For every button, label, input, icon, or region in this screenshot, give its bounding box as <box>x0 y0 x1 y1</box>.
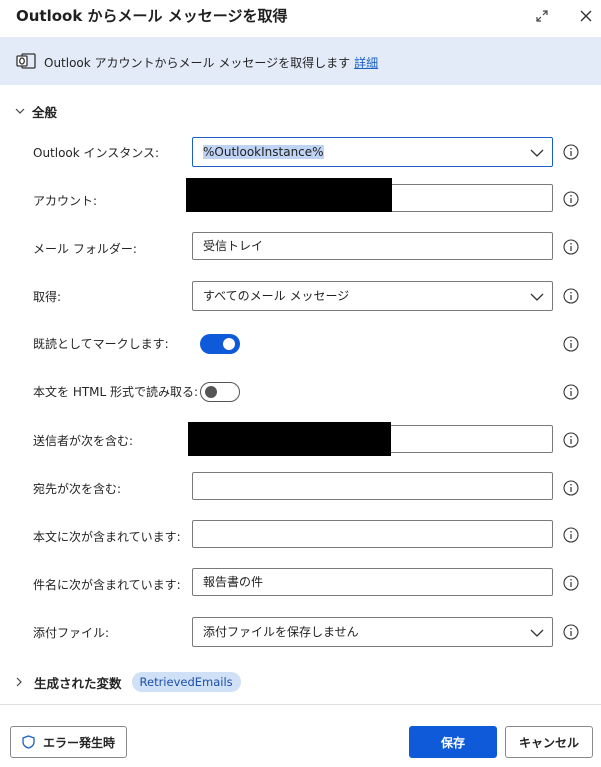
mark-read-label: 既読としてマークします: <box>33 337 169 351</box>
dialog-title: Outlook からメール メッセージを取得 <box>16 7 288 25</box>
folder-label: メール フォルダー: <box>33 242 137 256</box>
instance-dropdown[interactable]: %OutlookInstance% <box>192 137 553 167</box>
sender-label: 送信者が次を含む: <box>33 434 134 448</box>
body-html-toggle[interactable] <box>200 382 240 402</box>
subject-label: 件名に次が含まれています: <box>33 578 181 592</box>
attachments-label: 添付ファイル: <box>33 626 110 640</box>
retrieve-label: 取得: <box>33 290 62 304</box>
instance-label: Outlook インスタンス: <box>33 146 160 160</box>
shield-icon <box>22 735 35 749</box>
chevron-down-icon <box>530 629 544 637</box>
folder-input[interactable]: 受信トレイ <box>192 232 553 260</box>
section-general-label: 全般 <box>32 104 58 120</box>
title-bar: Outlook からメール メッセージを取得 <box>0 0 601 37</box>
cancel-button[interactable]: キャンセル <box>505 726 593 758</box>
chevron-down-icon <box>530 293 544 301</box>
account-label: アカウント: <box>33 194 98 208</box>
info-icon[interactable] <box>563 384 579 400</box>
section-general-toggle[interactable]: 全般 <box>14 102 57 120</box>
section-variables-toggle[interactable]: 生成された変数 RetrievedEmails <box>14 671 241 693</box>
banner-description: Outlook アカウントからメール メッセージを取得します 詳細 <box>44 54 378 71</box>
variable-badge[interactable]: RetrievedEmails <box>131 672 241 692</box>
info-icon[interactable] <box>563 144 579 160</box>
body-html-label: 本文を HTML 形式で読み取る: <box>33 385 199 399</box>
retrieve-dropdown[interactable]: すべてのメール メッセージ <box>192 281 553 311</box>
toggle-knob <box>205 386 217 398</box>
info-icon[interactable] <box>563 575 579 591</box>
info-icon[interactable] <box>563 288 579 304</box>
learn-more-link[interactable]: 詳細 <box>354 56 378 70</box>
toggle-knob <box>223 338 235 350</box>
info-banner: Outlook アカウントからメール メッセージを取得します 詳細 <box>0 37 601 85</box>
attachments-dropdown[interactable]: 添付ファイルを保存しません <box>192 617 553 647</box>
instance-value: %OutlookInstance% <box>203 145 324 159</box>
on-error-label: エラー発生時 <box>42 735 115 750</box>
redacted-sender <box>188 422 391 456</box>
chevron-down-icon <box>530 149 544 157</box>
variables-label: 生成された変数 <box>34 675 122 691</box>
on-error-button[interactable]: エラー発生時 <box>10 726 127 758</box>
info-icon[interactable] <box>563 432 579 448</box>
info-icon[interactable] <box>563 527 579 543</box>
subject-input[interactable]: 報告書の件 <box>192 568 553 596</box>
retrieve-value: すべてのメール メッセージ <box>203 289 350 303</box>
chevron-right-icon <box>16 677 22 687</box>
info-icon[interactable] <box>563 239 579 255</box>
banner-text: Outlook アカウントからメール メッセージを取得します <box>44 56 351 70</box>
close-icon[interactable] <box>576 6 596 26</box>
info-icon[interactable] <box>563 191 579 207</box>
info-icon[interactable] <box>563 336 579 352</box>
attachments-value: 添付ファイルを保存しません <box>203 625 359 639</box>
recipient-label: 宛先が次を含む: <box>33 482 122 496</box>
expand-icon[interactable] <box>532 6 552 26</box>
footer-divider <box>0 704 601 705</box>
chevron-down-icon <box>15 108 25 114</box>
body-contains-input[interactable] <box>192 520 553 548</box>
body-contains-label: 本文に次が含まれています: <box>33 530 181 544</box>
mark-read-toggle[interactable] <box>200 334 240 354</box>
info-icon[interactable] <box>563 480 579 496</box>
info-icon[interactable] <box>563 624 579 640</box>
outlook-icon <box>16 53 36 69</box>
redacted-account <box>186 178 392 212</box>
recipient-input[interactable] <box>192 472 553 500</box>
save-button[interactable]: 保存 <box>409 726 497 758</box>
